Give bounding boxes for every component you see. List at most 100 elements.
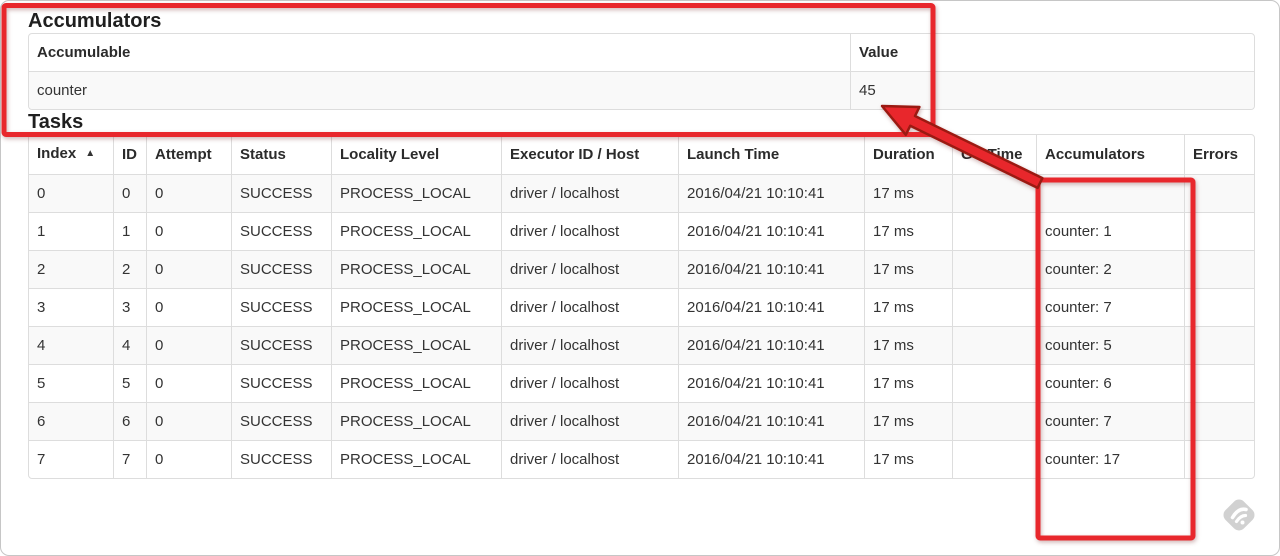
tasks-section: Tasks Index ▲ ID Attempt Status Locality Leve… (28, 110, 1255, 479)
cell: 3 (113, 288, 146, 326)
cell: driver / localhost (501, 212, 678, 250)
spark-stage-page: Accumulators Accumulable Value counter 45 T… (0, 0, 1280, 479)
col-header-index[interactable]: Index ▲ (29, 135, 113, 174)
cell: SUCCESS (231, 288, 331, 326)
cell: 2016/04/21 10:10:41 (678, 364, 864, 402)
tasks-heading: Tasks (28, 111, 84, 133)
cell (952, 326, 1036, 364)
cell: counter: 17 (1036, 440, 1184, 478)
col-header-label: Accumulators (1045, 146, 1146, 163)
cell: PROCESS_LOCAL (331, 364, 501, 402)
cell (952, 440, 1036, 478)
cell: counter: 1 (1036, 212, 1184, 250)
cell: PROCESS_LOCAL (331, 288, 501, 326)
cell (952, 288, 1036, 326)
col-header-launch-time[interactable]: Launch Time (678, 135, 864, 174)
cell: 0 (146, 212, 231, 250)
cell: 4 (113, 326, 146, 364)
col-header-label: Index (37, 145, 77, 162)
col-header-errors[interactable]: Errors (1184, 135, 1254, 174)
accumulators-heading: Accumulators (28, 10, 162, 32)
cell: SUCCESS (231, 440, 331, 478)
col-header-accumulable: Accumulable (29, 34, 850, 71)
cell: SUCCESS (231, 250, 331, 288)
cell (1036, 174, 1184, 212)
cell (1184, 440, 1254, 478)
table-row: 1 1 0 SUCCESS PROCESS_LOCAL driver / localhos… (29, 212, 1254, 250)
cell: 0 (146, 250, 231, 288)
cell: PROCESS_LOCAL (331, 440, 501, 478)
cell: 17 ms (864, 326, 952, 364)
cell (952, 402, 1036, 440)
cell: 0 (146, 402, 231, 440)
header-row: Index ▲ ID Attempt Status Locality Level Execu… (29, 135, 1254, 174)
sort-ascending-icon: ▲ (85, 148, 96, 159)
cell: 0 (146, 288, 231, 326)
cell: 2 (29, 250, 113, 288)
col-header-label: Launch Time (687, 146, 780, 163)
cell (1184, 402, 1254, 440)
cell: PROCESS_LOCAL (331, 402, 501, 440)
col-header-duration[interactable]: Duration (864, 135, 952, 174)
cell: 17 ms (864, 212, 952, 250)
cell: counter (29, 71, 850, 109)
table-row: 4 4 0 SUCCESS PROCESS_LOCAL driver / localhos… (29, 326, 1254, 364)
cell (1184, 288, 1254, 326)
cell: PROCESS_LOCAL (331, 250, 501, 288)
col-header-attempt[interactable]: Attempt (146, 135, 231, 174)
cell: 0 (146, 326, 231, 364)
cell (1184, 174, 1254, 212)
cell: SUCCESS (231, 402, 331, 440)
cell (952, 364, 1036, 402)
table-row: 0 0 0 SUCCESS PROCESS_LOCAL driver / localhos… (29, 174, 1254, 212)
cell: driver / localhost (501, 440, 678, 478)
cell: driver / localhost (501, 326, 678, 364)
cell (1184, 364, 1254, 402)
col-header-status[interactable]: Status (231, 135, 331, 174)
cell: PROCESS_LOCAL (331, 174, 501, 212)
table-row: counter 45 (29, 71, 1254, 109)
cell: 7 (113, 440, 146, 478)
col-header-locality-level[interactable]: Locality Level (331, 135, 501, 174)
col-header-label: Locality Level (340, 146, 440, 163)
cell: SUCCESS (231, 326, 331, 364)
col-header-accumulators[interactable]: Accumulators (1036, 135, 1184, 174)
cell: 17 ms (864, 174, 952, 212)
cell: SUCCESS (231, 212, 331, 250)
cell: 17 ms (864, 288, 952, 326)
cell: 45 (850, 71, 1254, 109)
col-header-value: Value (850, 34, 1254, 71)
cell: 5 (29, 364, 113, 402)
cell: 0 (146, 440, 231, 478)
col-header-label: Duration (873, 146, 935, 163)
col-header-executor-id-host[interactable]: Executor ID / Host (501, 135, 678, 174)
cell: driver / localhost (501, 364, 678, 402)
cell: 0 (146, 174, 231, 212)
tasks-table: Index ▲ ID Attempt Status Locality Level Execu… (28, 134, 1255, 479)
cell: driver / localhost (501, 174, 678, 212)
cell: 2016/04/21 10:10:41 (678, 288, 864, 326)
cell: SUCCESS (231, 174, 331, 212)
cell: 2 (113, 250, 146, 288)
cell: 1 (113, 212, 146, 250)
cell: 2016/04/21 10:10:41 (678, 440, 864, 478)
header-row: Accumulable Value (29, 34, 1254, 71)
cell: driver / localhost (501, 288, 678, 326)
cell (1184, 212, 1254, 250)
col-header-gc-time[interactable]: GC Time (952, 135, 1036, 174)
cell: counter: 7 (1036, 402, 1184, 440)
table-row: 6 6 0 SUCCESS PROCESS_LOCAL driver / localhos… (29, 402, 1254, 440)
cell: 17 ms (864, 402, 952, 440)
cell: counter: 2 (1036, 250, 1184, 288)
cell: driver / localhost (501, 250, 678, 288)
cell (1184, 250, 1254, 288)
cell: 2016/04/21 10:10:41 (678, 212, 864, 250)
cell: counter: 7 (1036, 288, 1184, 326)
cell: SUCCESS (231, 364, 331, 402)
col-header-id[interactable]: ID (113, 135, 146, 174)
cell: 4 (29, 326, 113, 364)
cell: 7 (29, 440, 113, 478)
table-row: 5 5 0 SUCCESS PROCESS_LOCAL driver / localhos… (29, 364, 1254, 402)
cell (1184, 326, 1254, 364)
cell: 5 (113, 364, 146, 402)
